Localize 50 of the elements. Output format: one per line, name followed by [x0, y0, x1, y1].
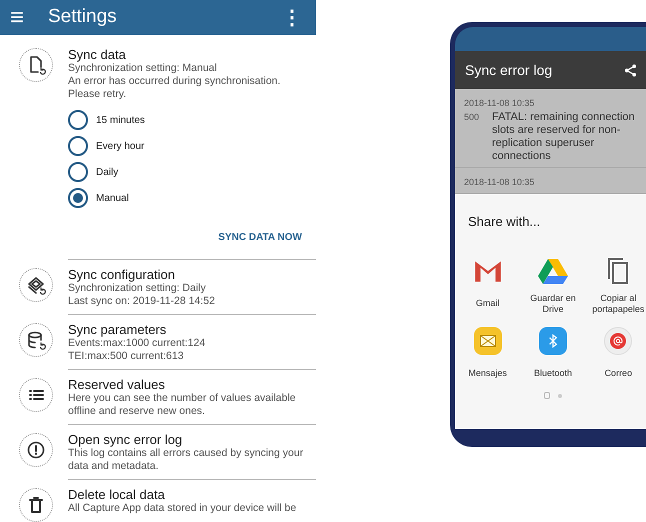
share-app-item[interactable]: Correo [586, 326, 646, 388]
database-sync-icon [19, 323, 53, 357]
setting-description: All Capture App data stored in your device will be [68, 502, 298, 515]
more-options-icon[interactable]: ⋮ [278, 8, 306, 28]
setting-title[interactable]: Delete local data [68, 482, 312, 502]
menu-icon[interactable]: ≡ [10, 6, 34, 30]
at-sign-icon [604, 326, 632, 354]
share-icon[interactable] [624, 64, 637, 76]
setting-description: This log contains all errors caused by syncing your data and metadata. [68, 447, 304, 473]
radio-option[interactable]: Every hour [68, 136, 144, 156]
share-app-item[interactable]: Copiar al portapapeles [586, 256, 646, 318]
radio-option[interactable]: 15 minutes [68, 110, 145, 130]
copy-icon [606, 256, 630, 284]
radio-option[interactable]: Daily [68, 162, 118, 182]
setting-title[interactable]: Sync configuration [68, 262, 312, 282]
setting-description: Synchronization setting: Manual [68, 62, 218, 75]
share-sheet-title: Share with... [467, 213, 542, 231]
setting-description: Last sync on: 2019-11-28 14:52 [68, 295, 216, 308]
toolbar-title: Sync error log [465, 60, 554, 80]
radio-option[interactable]: Manual [68, 188, 129, 208]
setting-title[interactable]: Sync parameters [68, 317, 312, 337]
share-app-item[interactable]: Mensajes [455, 326, 520, 388]
radio-icon[interactable] [68, 136, 88, 156]
setting-description: An error has occurred during synchronisation. Please retry. [68, 75, 282, 101]
sync-now-button[interactable]: SYNC DATA NOW [216, 228, 304, 247]
radio-icon[interactable] [68, 110, 88, 130]
setting-description: Synchronization setting: Daily [68, 282, 207, 295]
setting-title[interactable]: Reserved values [68, 372, 312, 392]
triangle-drive-icon [538, 258, 568, 284]
layers-sync-icon [19, 268, 53, 302]
document-sync-icon [19, 48, 53, 82]
setting-description: Here you can see the number of values available offline and reserve new ones. [68, 392, 297, 418]
share-app-item[interactable]: Guardar en Drive [520, 256, 586, 318]
log-timestamp: 2018-11-08 10:35 [464, 176, 536, 188]
setting-description: TEI:max:500 current:613 [68, 350, 185, 363]
trash-icon [19, 488, 53, 522]
error-message: FATAL: remaining connection slots are reserved for non-replication superuser connections [492, 110, 636, 162]
log-timestamp: 2018-11-08 10:35 [464, 97, 536, 110]
envelope-icon [474, 326, 502, 354]
setting-title[interactable]: Open sync error log [68, 427, 312, 447]
list-icon [19, 378, 53, 412]
share-app-item[interactable]: Bluetooth [520, 326, 586, 388]
error-code: 500 [464, 110, 480, 124]
setting-title[interactable]: Sync data [68, 42, 304, 62]
radio-icon[interactable] [68, 188, 88, 208]
bluetooth-icon [538, 326, 567, 354]
app-bar-title: Settings [48, 5, 118, 30]
radio-icon[interactable] [68, 162, 88, 182]
share-app-item[interactable]: Gmail [455, 256, 520, 318]
setting-description: Events:max:1000 current:124 [68, 337, 206, 350]
